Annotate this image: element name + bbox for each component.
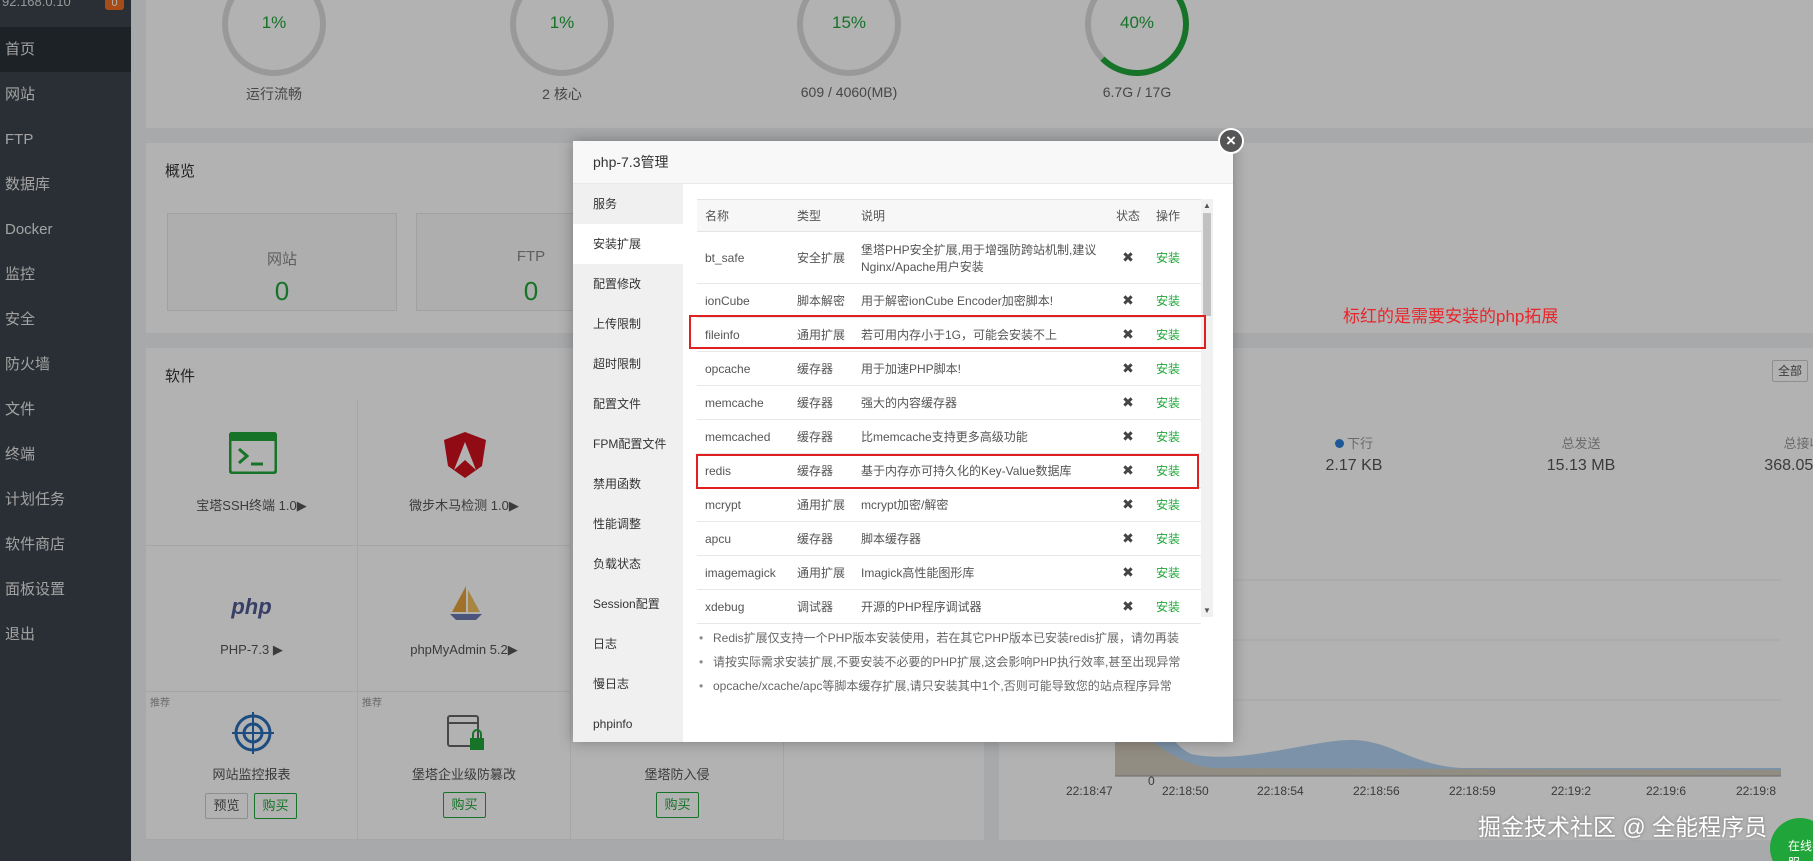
dialog-close-icon[interactable]: × (1218, 128, 1244, 154)
dialog-nav-log[interactable]: 日志 (573, 624, 683, 664)
table-clip (697, 199, 1201, 617)
dialog-nav: 服务 安装扩展 配置修改 上传限制 超时限制 配置文件 FPM配置文件 禁用函数… (573, 184, 683, 742)
online-chat-label: 在线客服 (1788, 839, 1813, 861)
watermark: 掘金技术社区 @ 全能程序员 (1478, 814, 1768, 840)
table-scrollbar[interactable]: ▲ ▼ (1201, 199, 1213, 617)
php-manage-dialog: php-7.3管理 服务 安装扩展 配置修改 上传限制 超时限制 配置文件 FP… (573, 141, 1233, 742)
dialog-nav-service[interactable]: 服务 (573, 184, 683, 224)
dialog-nav-session[interactable]: Session配置 (573, 584, 683, 624)
note-item: opcache/xcache/apc等脚本缓存扩展,请只安装其中1个,否则可能导… (697, 674, 1217, 698)
highlight-box-fileinfo (689, 315, 1206, 349)
note-item: Redis扩展仅支持一个PHP版本安装使用，若在其它PHP版本已安装redis扩… (697, 626, 1217, 650)
dialog-nav-disabled-functions[interactable]: 禁用函数 (573, 464, 683, 504)
note-item: 请按实际需求安装扩展,不要安装不必要的PHP扩展,这会影响PHP执行效率,甚至出… (697, 650, 1217, 674)
dialog-nav-performance[interactable]: 性能调整 (573, 504, 683, 544)
dialog-nav-load-status[interactable]: 负载状态 (573, 544, 683, 584)
dialog-nav-install-ext[interactable]: 安装扩展 (573, 224, 683, 264)
dialog-nav-config-edit[interactable]: 配置修改 (573, 264, 683, 304)
scroll-up-icon[interactable]: ▲ (1203, 201, 1211, 210)
dialog-notes: Redis扩展仅支持一个PHP版本安装使用，若在其它PHP版本已安装redis扩… (697, 626, 1217, 698)
dialog-nav-slow-log[interactable]: 慢日志 (573, 664, 683, 704)
annotation-text: 标红的是需要安装的php拓展 (1343, 307, 1559, 326)
dialog-nav-upload-limit[interactable]: 上传限制 (573, 304, 683, 344)
highlight-box-redis (696, 454, 1199, 489)
scrollbar-thumb[interactable] (1203, 213, 1211, 316)
dialog-nav-fpm-config[interactable]: FPM配置文件 (573, 424, 683, 464)
scroll-down-icon[interactable]: ▼ (1203, 606, 1211, 615)
dialog-nav-config-file[interactable]: 配置文件 (573, 384, 683, 424)
dialog-title: php-7.3管理 (573, 141, 1233, 184)
dialog-nav-timeout-limit[interactable]: 超时限制 (573, 344, 683, 384)
dialog-nav-phpinfo[interactable]: phpinfo (573, 704, 683, 744)
